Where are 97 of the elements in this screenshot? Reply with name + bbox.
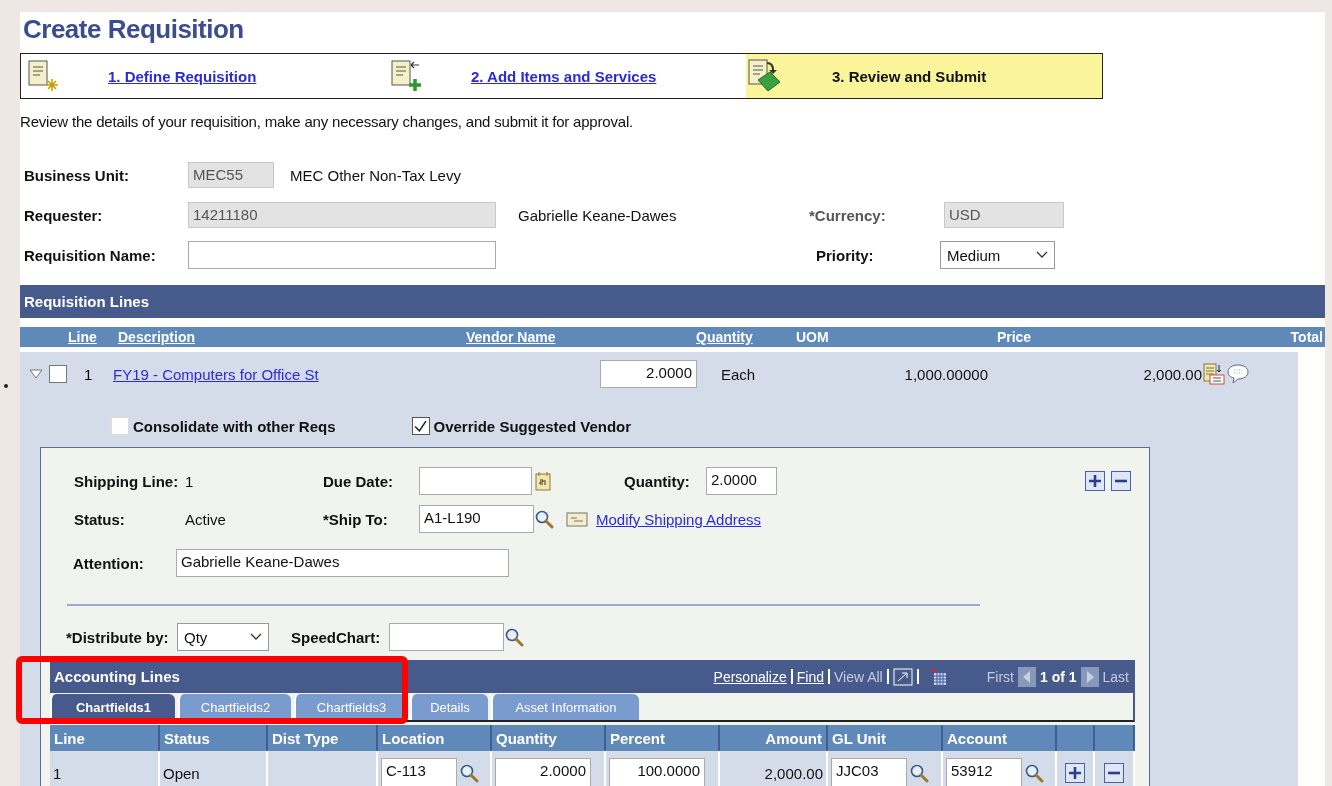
- shipping-line-value: 1: [185, 472, 195, 490]
- column-header[interactable]: Quantity: [696, 329, 753, 345]
- column-header: Percent: [606, 725, 720, 751]
- section-header: Requisition Lines: [20, 285, 1325, 318]
- page-count: 1 of 1: [1039, 668, 1077, 685]
- search-icon[interactable]: [1024, 763, 1044, 783]
- search-icon[interactable]: [459, 763, 479, 783]
- caret-icon: [1036, 251, 1048, 259]
- comment-icon[interactable]: [1226, 362, 1250, 386]
- speedchart-field[interactable]: [389, 623, 504, 651]
- spreadsheet-icon[interactable]: [930, 667, 947, 686]
- table-input-field[interactable]: 2.0000: [495, 758, 591, 786]
- column-header: Price: [996, 329, 1032, 345]
- column-header: [1095, 725, 1135, 751]
- column-header: Line: [50, 725, 160, 751]
- add-row-button[interactable]: [1065, 763, 1085, 783]
- grid-title: Accounting Lines: [54, 668, 180, 685]
- add-row-button[interactable]: [1085, 471, 1105, 491]
- column-header: Dist Type: [268, 725, 378, 751]
- step-label: 3. Review and Submit: [832, 67, 987, 85]
- caret-icon: [250, 633, 262, 641]
- instructions-text: Review the details of your requisition, make any necessary changes, and submit it for approval.: [20, 113, 634, 132]
- calendar-icon[interactable]: [535, 471, 551, 491]
- field-label: Priority:: [815, 246, 875, 264]
- details-icon[interactable]: [1202, 362, 1226, 386]
- table-cell: 1: [50, 751, 160, 786]
- bullet-dot: [4, 384, 8, 388]
- currency-field: USD: [944, 202, 1064, 228]
- status-value: Active: [185, 510, 227, 528]
- new-window-icon[interactable]: [892, 667, 913, 686]
- search-icon[interactable]: [504, 627, 524, 647]
- column-header: GL Unit: [828, 725, 943, 751]
- field-label: Requisition Name:: [23, 246, 157, 264]
- field-label: *Currency:: [809, 206, 887, 224]
- document-star-icon: [26, 59, 58, 93]
- requester-field: 14211180: [188, 202, 496, 228]
- table-input-field[interactable]: C-113: [381, 758, 457, 786]
- page-title: Create Requisition: [23, 14, 245, 46]
- delete-row-button[interactable]: [1111, 471, 1131, 491]
- line-description-link[interactable]: FY19 - Computers for Office St: [113, 365, 600, 383]
- column-header[interactable]: Vendor Name: [466, 329, 556, 345]
- delete-row-button[interactable]: [1104, 763, 1124, 783]
- column-header: Location: [378, 725, 492, 751]
- field-label: Status:: [73, 510, 126, 528]
- field-label: Business Unit:: [23, 166, 130, 184]
- tab[interactable]: Chartfields1: [50, 694, 175, 720]
- checkbox-label: Override Suggested Vendor: [433, 417, 632, 435]
- grid-link[interactable]: Personalize: [713, 668, 787, 685]
- field-label: Quantity:: [623, 472, 691, 490]
- table-input-field[interactable]: JJC03: [831, 758, 907, 786]
- checkbox[interactable]: [49, 365, 67, 383]
- quantity-field[interactable]: 2.0000: [600, 360, 697, 388]
- checkbox[interactable]: [411, 417, 430, 435]
- step-link[interactable]: 1. Define Requisition: [108, 67, 257, 85]
- uom-text: Each: [721, 365, 757, 383]
- priority-dropdown[interactable]: Medium: [940, 241, 1055, 269]
- column-header: Amount: [720, 725, 828, 751]
- table-input-field[interactable]: 100.0000: [609, 758, 705, 786]
- document-plus-icon: [389, 59, 421, 93]
- field-label: Shipping Line:: [73, 472, 180, 490]
- field-label: SpeedChart:: [290, 628, 382, 646]
- search-icon[interactable]: [909, 763, 929, 783]
- search-icon[interactable]: [534, 509, 554, 529]
- column-header[interactable]: Description: [118, 329, 195, 345]
- field-label: Due Date:: [322, 472, 394, 490]
- column-header: Account: [943, 725, 1057, 751]
- due-date-field[interactable]: [419, 467, 532, 495]
- field-label: *Ship To:: [322, 510, 389, 528]
- total-text: 2,000.00: [1142, 365, 1202, 383]
- step-link[interactable]: 2. Add Items and Services: [471, 67, 657, 85]
- column-header[interactable]: Line: [68, 329, 97, 345]
- column-header: Status: [160, 725, 268, 751]
- table-cell: 2,000.00: [720, 751, 828, 786]
- grid-link[interactable]: Find: [796, 668, 824, 685]
- column-header: UOM: [796, 329, 829, 345]
- price-text: 1,000.00000: [903, 365, 988, 383]
- checkbox-label: Consolidate with other Reqs: [133, 417, 336, 435]
- ship-to-field[interactable]: A1-L190: [419, 505, 534, 533]
- business-unit-description: MEC Other Non-Tax Levy: [290, 166, 461, 184]
- field-label: Requester:: [23, 206, 104, 224]
- document-arrow-icon: [746, 58, 782, 94]
- business-unit-field: MEC55: [188, 162, 274, 188]
- requisition-name-field[interactable]: [188, 241, 496, 269]
- field-label: Attention:: [72, 554, 145, 572]
- column-header: Total: [1290, 329, 1323, 345]
- table-cell: Open: [160, 751, 268, 786]
- table-input-field[interactable]: 53912: [946, 758, 1022, 786]
- distribute-by-dropdown[interactable]: Qty: [177, 623, 269, 651]
- shipping-quantity-field[interactable]: 2.0000: [706, 467, 777, 495]
- requester-name: Gabrielle Keane-Dawes: [518, 206, 678, 224]
- line-number: 1: [84, 365, 94, 383]
- modify-shipping-address-link[interactable]: Modify Shipping Address: [596, 510, 762, 528]
- attention-field[interactable]: Gabrielle Keane-Dawes: [176, 549, 509, 577]
- triangle-down-icon[interactable]: [29, 368, 43, 380]
- field-label: *Distribute by:: [65, 628, 170, 646]
- column-header: Quantity: [492, 725, 606, 751]
- column-header: [1057, 725, 1095, 751]
